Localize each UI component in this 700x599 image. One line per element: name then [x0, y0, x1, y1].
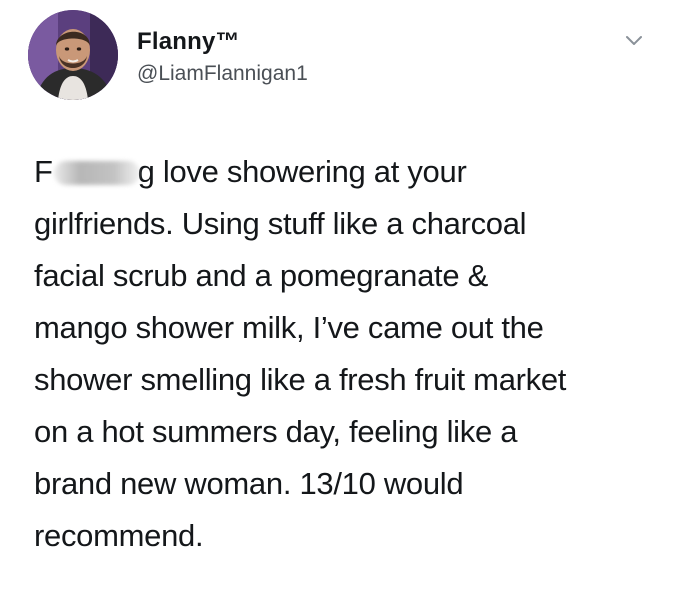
tweet-text-rest: g love showering at your girlfriends. Us…: [34, 154, 567, 553]
display-name[interactable]: Flanny™: [137, 28, 240, 56]
avatar[interactable]: [28, 10, 118, 100]
profile-photo-icon: [28, 10, 118, 100]
user-handle[interactable]: @LiamFlannigan1: [137, 62, 308, 86]
tweet-card: Flanny™ @LiamFlannigan1 Fg love showerin…: [0, 0, 700, 599]
tweet-text-start: F: [34, 154, 53, 189]
chevron-down-icon[interactable]: [624, 34, 644, 48]
censor-blur: [53, 161, 140, 185]
tweet-text: Fg love showering at your girlfriends. U…: [34, 146, 674, 562]
